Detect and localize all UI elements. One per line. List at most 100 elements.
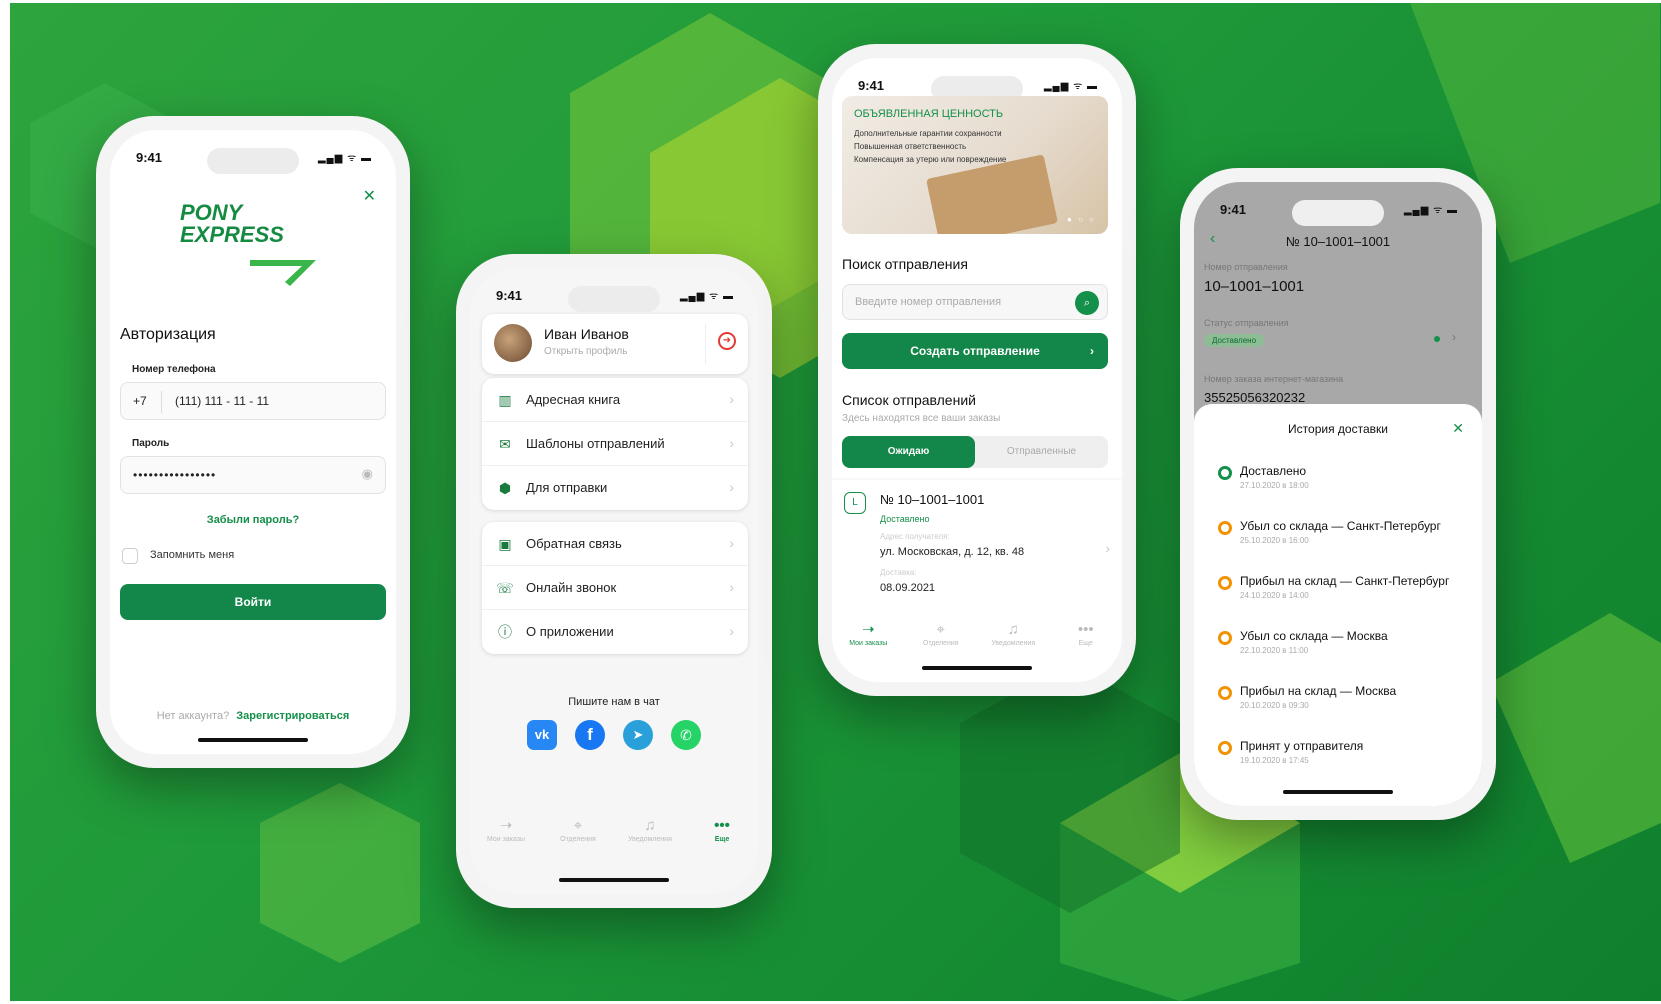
search-title: Поиск отправления	[842, 256, 968, 272]
status-bar: 9:41 ▂▄▆ ᯤ ▬	[1194, 182, 1482, 226]
facebook-icon[interactable]: f	[575, 720, 605, 750]
menu-item[interactable]: ▥ Адресная книга ›	[482, 378, 748, 422]
more-dots-icon: •••	[1077, 621, 1094, 638]
tab-notifications[interactable]: ♫ Уведомления	[983, 620, 1043, 668]
password-value: ••••••••••••••••	[133, 468, 217, 482]
status-dot-icon	[1218, 741, 1232, 755]
tab-branches[interactable]: ⌖ Отделения	[548, 816, 608, 864]
tab-my-orders[interactable]: ➝ Мои заказы	[838, 620, 898, 668]
signal-wifi-battery-icon: ▂▄▆ ᯤ ▬	[1403, 205, 1458, 216]
order-card[interactable]: L № 10–1001–1001 Доставлено Адрес получа…	[832, 480, 1122, 620]
tab-label: Отделения	[922, 640, 959, 647]
tab-label: Еще	[1078, 640, 1093, 647]
login-button[interactable]: Войти	[120, 584, 386, 620]
history-title: История доставки	[1288, 422, 1388, 436]
tab-my-orders[interactable]: ➝ Мои заказы	[476, 816, 536, 864]
chevron-right-icon: ›	[1452, 330, 1456, 344]
order-status: Доставлено	[880, 514, 930, 524]
chevron-right-icon: ›	[729, 435, 734, 451]
status-dot-icon	[1218, 686, 1232, 700]
phone-field[interactable]: +7 (111) 111 - 11 - 11	[120, 382, 386, 420]
event-date: 24.10.2020 в 14:00	[1240, 591, 1309, 600]
status-dot-icon	[1218, 576, 1232, 590]
vk-icon[interactable]: vk	[527, 720, 557, 750]
menu-group-1: ▥ Адресная книга › ✉ Шаблоны отправлений…	[482, 378, 748, 510]
signal-wifi-battery-icon: ▂▄▆ ᯤ ▬	[1043, 81, 1098, 92]
eye-icon[interactable]: ◉	[362, 466, 373, 482]
banner-line: Дополнительные гарантии сохранности	[854, 129, 1002, 138]
chevron-right-icon: ›	[729, 579, 734, 595]
number-label: Номер отправления	[1204, 262, 1288, 272]
tracking-header: № 10–1001–1001	[1285, 234, 1391, 249]
arrow-icon: ➝	[499, 817, 513, 834]
menu-item-label: О приложении	[526, 624, 614, 639]
whatsapp-icon[interactable]: ✆	[671, 720, 701, 750]
status-time: 9:41	[496, 288, 523, 303]
logo-line-2: EXPRESS	[180, 222, 284, 247]
register-row: Нет аккаунта? Зарегистрироваться	[110, 710, 396, 722]
phone-label: Номер телефона	[132, 364, 216, 375]
status-time: 9:41	[1220, 202, 1247, 217]
messenger-row: vk f ➤ ✆	[470, 720, 758, 750]
number-value: 10–1001–1001	[1204, 278, 1305, 295]
tab-bar: ➝ Мои заказы ⌖ Отделения ♫ Уведомления ••• Е…	[470, 816, 758, 864]
orders-screen: 9:41 ▂▄▆ ᯤ ▬ ОБЪЯВЛЕННАЯ ЦЕННОСТЬ Дополн…	[832, 58, 1122, 682]
event-date: 27.10.2020 в 18:00	[1240, 481, 1309, 490]
menu-item-label: Адресная книга	[526, 392, 621, 407]
event-title: Убыл со склада — Москва	[1240, 629, 1388, 643]
chevron-right-icon: ›	[729, 479, 734, 495]
tab-more[interactable]: ••• Еще	[1056, 620, 1116, 668]
shop-order-value: 35525056320232	[1204, 390, 1306, 405]
status-bar: 9:41 ▂▄▆ ᯤ ▬	[470, 268, 758, 312]
password-field[interactable]: •••••••••••••••• ◉	[120, 456, 386, 494]
search-placeholder: Введите номер отправления	[855, 296, 1002, 308]
tab-label: Мои заказы	[849, 640, 888, 647]
menu-item[interactable]: ⬢ Для отправки ›	[482, 466, 748, 510]
pony-express-logo: PONY EXPRESS	[180, 202, 284, 246]
dynamic-island	[1292, 200, 1384, 226]
profile-card[interactable]: Иван Иванов Открыть профиль ➜	[482, 314, 748, 374]
promo-banner[interactable]: ОБЪЯВЛЕННАЯ ЦЕННОСТЬ Дополнительные гара…	[842, 96, 1108, 234]
tab-notifications[interactable]: ♫ Уведомления	[620, 816, 680, 864]
delivery-value: 08.09.2021	[880, 582, 936, 594]
shop-order-label: Номер заказа интернет-магазина	[1204, 374, 1344, 384]
bell-icon: ♫	[644, 817, 656, 834]
no-account-text: Нет аккаунта?	[156, 710, 230, 722]
home-indicator	[922, 666, 1032, 670]
menu-item[interactable]: ▣ Обратная связь ›	[482, 522, 748, 566]
phone-orders: 9:41 ▂▄▆ ᯤ ▬ ОБЪЯВЛЕННАЯ ЦЕННОСТЬ Дополн…	[818, 44, 1136, 696]
tracking-screen: 9:41 ▂▄▆ ᯤ ▬ ‹ № 10–1001–1001 Номер отпр…	[1194, 182, 1482, 806]
search-icon[interactable]: ⌕	[1075, 291, 1099, 315]
event-title: Прибыл на склад — Санкт-Петербург	[1240, 574, 1450, 588]
register-link[interactable]: Зарегистрироваться	[236, 710, 349, 722]
segment-waiting[interactable]: Ожидаю	[842, 436, 975, 468]
status-dot-icon	[1218, 466, 1232, 480]
segment-sent[interactable]: Отправленные	[975, 436, 1108, 468]
menu-item[interactable]: ✉ Шаблоны отправлений ›	[482, 422, 748, 466]
tracking-search-input[interactable]: Введите номер отправления ⌕	[842, 284, 1108, 320]
event-date: 19.10.2020 в 17:45	[1240, 756, 1309, 765]
create-shipment-button[interactable]: Создать отправление ›	[842, 333, 1108, 369]
close-icon[interactable]: ✕	[1452, 420, 1464, 437]
logout-icon[interactable]: ➜	[718, 332, 736, 350]
login-heading: Авторизация	[120, 326, 216, 343]
forgot-password-link[interactable]: Забыли пароль?	[110, 514, 396, 526]
order-type-badge: L	[844, 492, 866, 514]
logout-divider	[705, 324, 706, 364]
menu-item[interactable]: ⓘ О приложении ›	[482, 610, 748, 654]
chevron-right-icon: ›	[729, 391, 734, 407]
tab-branches[interactable]: ⌖ Отделения	[911, 620, 971, 668]
chevron-right-icon: ›	[1090, 344, 1094, 358]
remember-checkbox[interactable]	[122, 548, 138, 564]
tab-label: Уведомления	[991, 640, 1036, 647]
tab-more[interactable]: ••• Еще	[692, 816, 752, 864]
telegram-icon[interactable]: ➤	[623, 720, 653, 750]
phone-prefix: +7	[133, 394, 147, 408]
banner-line: Повышенная ответственность	[854, 142, 967, 151]
close-icon[interactable]: ✕	[363, 186, 376, 206]
status-badge: Доставлено	[1204, 334, 1265, 347]
menu-item-label: Для отправки	[526, 480, 608, 495]
template-icon: ✉	[499, 436, 511, 452]
menu-item[interactable]: ☏ Онлайн звонок ›	[482, 566, 748, 610]
chevron-right-icon: ›	[1105, 540, 1110, 556]
